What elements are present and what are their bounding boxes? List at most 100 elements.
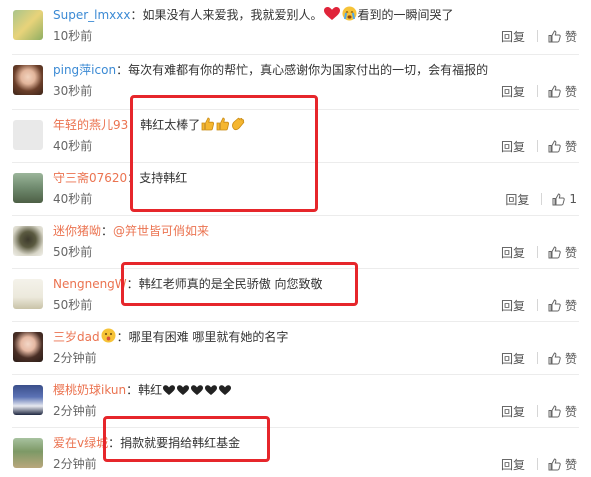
comment-item: 迷你猪呦：@笄世皆可俏如来 50秒前 回复 赞 (0, 222, 591, 266)
avatar[interactable] (13, 120, 43, 150)
like-button[interactable]: 赞 (548, 350, 577, 367)
black-heart-emoji (163, 385, 176, 395)
reply-button[interactable]: 回复 (501, 297, 525, 314)
like-label: 赞 (564, 84, 577, 99)
like-label: 赞 (564, 351, 577, 366)
like-button[interactable]: 赞 (548, 297, 577, 314)
comment-item: 三岁dad ：哪里有困难 哪里就有她的名字 2分钟前 回复 赞 (0, 328, 591, 372)
reply-button[interactable]: 回复 (501, 456, 525, 473)
comment-time: 40秒前 (53, 192, 93, 206)
thumbs-up-icon (548, 84, 561, 97)
comment-username[interactable]: 年轻的燕儿93 (53, 118, 128, 132)
avatar[interactable] (13, 332, 43, 362)
thumbs-up-icon (548, 29, 561, 42)
comment-item: 爱在v绿城：捐款就要捐给韩红基金 2分钟前 回复 赞 (0, 434, 591, 477)
comment-item: 守三斋07620：支持韩红 40秒前 回复 1 (0, 169, 591, 213)
comment-time: 50秒前 (53, 245, 93, 259)
comment-text-suffix: 看到的一瞬间哭了 (357, 8, 454, 22)
black-heart-emoji (191, 385, 204, 395)
like-label: 赞 (564, 29, 577, 44)
comment-username[interactable]: 守三斋07620 (53, 171, 127, 185)
action-divider (536, 140, 538, 152)
comment-text: 韩红老师真的是全民骄傲 向您致敬 (138, 277, 323, 291)
comment-username[interactable]: Super_lmxxx (53, 8, 130, 22)
comment-text: 哪里有困难 哪里就有她的名字 (128, 330, 289, 344)
comment-time: 2分钟前 (53, 457, 97, 471)
comment-username[interactable]: 爱在v绿城 (53, 436, 108, 450)
reply-button[interactable]: 回复 (501, 138, 525, 155)
black-heart-emoji (205, 385, 218, 395)
like-button[interactable]: 赞 (548, 83, 577, 100)
avatar[interactable] (13, 279, 43, 309)
like-count: 1 (569, 192, 577, 206)
comment-text: 韩红太棒了 (140, 118, 201, 132)
thumbs-up-icon (548, 457, 561, 470)
comment-list: Super_lmxxx：如果没有人来爱我，我就爱别人。 看到的一瞬间哭了 10秒前… (0, 0, 591, 477)
reply-button[interactable]: 回复 (501, 28, 525, 45)
divider (12, 321, 579, 322)
reply-button[interactable]: 回复 (501, 350, 525, 367)
action-divider (536, 246, 538, 258)
reply-button[interactable]: 回复 (501, 83, 525, 100)
like-button[interactable]: 赞 (548, 403, 577, 420)
like-label: 赞 (564, 404, 577, 419)
like-button[interactable]: 赞 (548, 456, 577, 473)
like-button[interactable]: 赞 (548, 138, 577, 155)
reply-button[interactable]: 回复 (505, 191, 529, 208)
like-button[interactable]: 1 (552, 192, 577, 206)
avatar[interactable] (13, 438, 43, 468)
surprised-face-emoji (101, 328, 116, 343)
comment-text: 每次有难都有你的帮忙，真心感谢你为国家付出的一切，会有福报的 (128, 63, 489, 77)
divider (12, 109, 579, 110)
divider (12, 162, 579, 163)
divider (12, 374, 579, 375)
comment-username[interactable]: 樱桃奶球ikun (53, 383, 126, 397)
action-divider (536, 405, 538, 417)
divider (12, 268, 579, 269)
comment-time: 30秒前 (53, 84, 93, 98)
like-label: 赞 (564, 245, 577, 260)
comment-item: 樱桃奶球ikun：韩红 2分钟前 回复 赞 (0, 381, 591, 425)
like-label: 赞 (564, 457, 577, 472)
divider (12, 54, 579, 55)
crying-face-emoji (342, 6, 357, 21)
comment-item: Super_lmxxx：如果没有人来爱我，我就爱别人。 看到的一瞬间哭了 10秒前… (0, 6, 591, 50)
comment-text: 如果没有人来爱我，我就爱别人。 (142, 8, 323, 22)
divider (12, 215, 579, 216)
avatar[interactable] (13, 65, 43, 95)
thumbs-up-icon (548, 404, 561, 417)
thumbs-up-icon (548, 139, 561, 152)
avatar[interactable] (13, 10, 43, 40)
comment-username[interactable]: NengnengW (53, 277, 127, 291)
comment-mention[interactable]: @笄世皆可俏如来 (113, 224, 209, 238)
comment-username[interactable]: 三岁dad (53, 330, 100, 344)
thumbs-up-icon (552, 192, 566, 205)
like-button[interactable]: 赞 (548, 28, 577, 45)
comment-item: ping萍icon：每次有难都有你的帮忙，真心感谢你为国家付出的一切，会有福报的… (0, 61, 591, 105)
avatar[interactable] (13, 385, 43, 415)
action-divider (536, 299, 538, 311)
thumbs-up-emoji (201, 117, 215, 131)
avatar[interactable] (13, 226, 43, 256)
comment-text: 捐款就要捐给韩红基金 (120, 436, 241, 450)
reply-button[interactable]: 回复 (501, 403, 525, 420)
like-label: 赞 (564, 139, 577, 154)
action-divider (536, 352, 538, 364)
comment-text: 韩红 (138, 383, 163, 397)
black-heart-emoji (177, 385, 190, 395)
red-heart-emoji (323, 7, 340, 20)
comment-time: 2分钟前 (53, 404, 97, 418)
comment-time: 50秒前 (53, 298, 93, 312)
like-button[interactable]: 赞 (548, 244, 577, 261)
reply-button[interactable]: 回复 (501, 244, 525, 261)
action-divider (536, 30, 538, 42)
thumbs-up-icon (548, 245, 561, 258)
comment-time: 40秒前 (53, 139, 93, 153)
action-divider (536, 85, 538, 97)
avatar[interactable] (13, 173, 43, 203)
comment-time: 10秒前 (53, 29, 93, 43)
comment-username[interactable]: ping萍icon (53, 63, 116, 77)
comment-text: 支持韩红 (139, 171, 188, 185)
comment-item: NengnengW：韩红老师真的是全民骄傲 向您致敬 50秒前 回复 赞 (0, 275, 591, 319)
comment-username[interactable]: 迷你猪呦 (53, 224, 101, 238)
